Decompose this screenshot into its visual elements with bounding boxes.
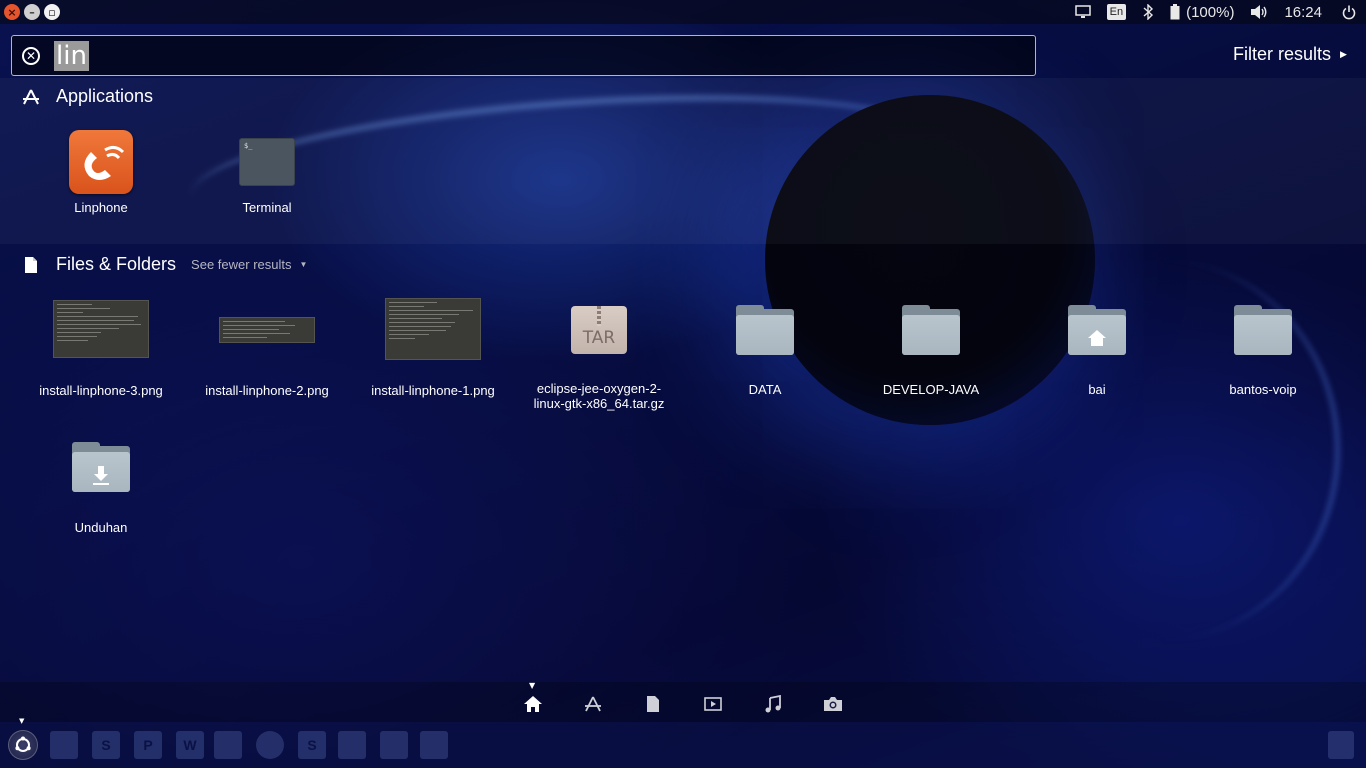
launcher-files-icon[interactable]	[50, 731, 78, 759]
clear-search-icon[interactable]: ✕	[22, 47, 40, 65]
folder-label: DATA	[748, 382, 782, 397]
home-folder-icon	[1068, 305, 1126, 357]
applications-lens-icon[interactable]	[583, 694, 603, 714]
launcher-pointer-icon: ▼	[19, 717, 25, 725]
home-icon	[1087, 328, 1107, 348]
applications-icon	[22, 88, 40, 106]
folder-result-unduhan[interactable]: Unduhan	[21, 442, 181, 535]
folder-icon	[736, 305, 794, 357]
see-fewer-label: See fewer results	[191, 257, 292, 272]
image-thumbnail	[219, 317, 315, 343]
terminal-icon: $_	[239, 138, 295, 186]
battery-indicator[interactable]	[1170, 4, 1180, 20]
folder-label: DEVELOP-JAVA	[882, 382, 980, 397]
launcher-layers-icon[interactable]	[214, 731, 242, 759]
see-fewer-results-button[interactable]: See fewer results ▼	[191, 257, 307, 272]
music-lens-icon[interactable]	[763, 694, 783, 714]
launcher-presentation-icon[interactable]: P	[134, 731, 162, 759]
launcher-document-viewer-icon[interactable]	[380, 731, 408, 759]
triangle-right-icon: ▶	[1340, 49, 1347, 59]
folder-label: Unduhan	[74, 520, 128, 535]
triangle-down-icon: ▼	[299, 260, 308, 269]
file-label: install-linphone-3.png	[39, 383, 163, 398]
clock[interactable]: 16:24	[1284, 4, 1322, 21]
folder-icon	[1234, 305, 1292, 357]
file-label: install-linphone-2.png	[205, 383, 329, 398]
top-panel: × – ▫ En (100%) 16:24	[0, 0, 1366, 24]
ubuntu-dash-button[interactable]	[8, 730, 38, 760]
power-icon[interactable]	[1342, 5, 1356, 20]
app-result-linphone[interactable]: Linphone	[21, 130, 181, 215]
active-lens-pointer-icon: ▼	[529, 681, 536, 690]
launcher-browser-icon[interactable]	[256, 731, 284, 759]
file-result-install-linphone-1[interactable]: install-linphone-1.png	[353, 298, 513, 398]
files-lens-icon[interactable]	[643, 694, 663, 714]
battery-percentage: (100%)	[1186, 3, 1235, 21]
app-label: Linphone	[74, 200, 128, 215]
category-title: Files & Folders	[56, 254, 177, 274]
folder-icon	[902, 305, 960, 357]
app-label: Terminal	[242, 200, 292, 215]
minimize-window-button[interactable]: –	[24, 4, 40, 20]
file-label: eclipse-jee-oxygen-2-linux-gtk-x86_64.ta…	[533, 381, 665, 411]
home-lens-icon[interactable]	[523, 694, 543, 714]
tar-archive-icon: TAR	[571, 306, 627, 354]
applications-category-header: Applications	[22, 86, 153, 107]
file-label: install-linphone-1.png	[371, 383, 495, 398]
terminal-prompt: $_	[244, 142, 253, 150]
linphone-icon	[69, 130, 133, 194]
folder-result-bai[interactable]: bai	[1017, 305, 1177, 397]
file-result-install-linphone-3[interactable]: install-linphone-3.png	[21, 300, 181, 398]
file-result-eclipse-tar[interactable]: TAR eclipse-jee-oxygen-2-linux-gtk-x86_6…	[519, 306, 679, 411]
video-lens-icon[interactable]	[703, 694, 723, 714]
bluetooth-icon[interactable]	[1142, 4, 1154, 20]
keyboard-language-indicator[interactable]: En	[1106, 4, 1127, 20]
search-input[interactable]: lin	[54, 41, 89, 71]
launcher-bar	[0, 722, 1366, 768]
filter-results-button[interactable]: Filter results ▶	[1233, 44, 1347, 65]
files-category-header: Files & Folders See fewer results ▼	[22, 254, 307, 275]
folder-result-develop-java[interactable]: DEVELOP-JAVA	[851, 305, 1011, 397]
filter-results-label: Filter results	[1233, 44, 1332, 64]
folder-result-data[interactable]: DATA	[685, 305, 845, 397]
launcher-writer-icon[interactable]: W	[176, 731, 204, 759]
archive-badge: TAR	[582, 328, 616, 348]
launcher-sublime-icon[interactable]: S	[92, 731, 120, 759]
battery-icon	[1170, 4, 1180, 20]
file-result-install-linphone-2[interactable]: install-linphone-2.png	[187, 317, 347, 398]
launcher-skype-icon[interactable]: S	[298, 731, 326, 759]
maximize-window-button[interactable]: ▫	[44, 4, 60, 20]
volume-icon[interactable]	[1250, 4, 1268, 20]
display-indicator-icon[interactable]	[1074, 5, 1091, 19]
zipper-icon	[597, 306, 601, 326]
app-result-terminal[interactable]: $_ Terminal	[187, 138, 347, 215]
image-thumbnail	[53, 300, 149, 358]
file-icon	[22, 256, 40, 274]
dash-search-box[interactable]: ✕ lin	[11, 35, 1036, 76]
launcher-terminal-icon[interactable]	[338, 731, 366, 759]
folder-result-bantos-voip[interactable]: bantos-voip	[1183, 305, 1343, 397]
folder-label: bantos-voip	[1229, 382, 1297, 397]
downloads-folder-icon	[72, 442, 130, 494]
lens-bar	[0, 682, 1366, 722]
download-arrow-icon	[91, 465, 111, 485]
launcher-trash-icon[interactable]	[1328, 731, 1354, 759]
category-title: Applications	[56, 86, 154, 106]
indicator-area: En (100%) 16:24	[1074, 0, 1366, 24]
folder-label: bai	[1088, 382, 1106, 397]
close-window-button[interactable]: ×	[4, 4, 20, 20]
image-thumbnail	[385, 298, 481, 360]
photo-lens-icon[interactable]	[823, 694, 843, 714]
launcher-app-icon[interactable]	[420, 731, 448, 759]
